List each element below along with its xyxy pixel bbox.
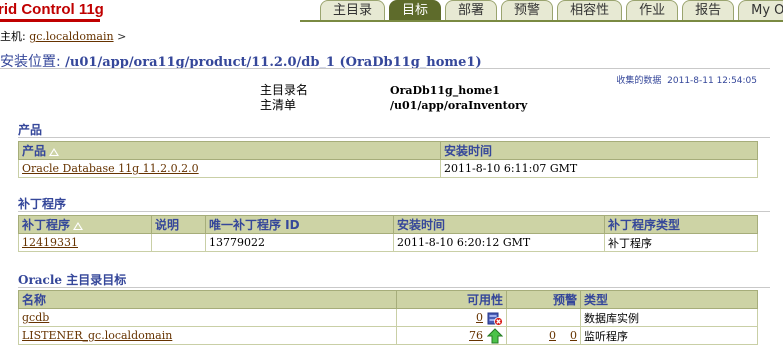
products-section-divider: [18, 137, 770, 138]
brand-underline: [0, 19, 100, 22]
patch-cell: 12419331: [18, 233, 152, 252]
col-patch-type-header: 补丁程序类型: [604, 215, 758, 234]
col-patch-header[interactable]: 补丁程序: [18, 215, 152, 234]
unique-id-cell: 13779022: [205, 233, 394, 252]
targets-table: 名称 可用性 预警 类型 gcdb 0 数据库实例 LISTENER_gc.lo…: [18, 290, 758, 345]
install-time-cell: 2011-8-10 6:11:07 GMT: [440, 159, 758, 178]
availability-link[interactable]: 0: [476, 311, 483, 324]
tab-compliance[interactable]: 相容性: [557, 0, 623, 20]
tab-reports[interactable]: 报告: [682, 0, 735, 20]
breadcrumb-host-label: 主机:: [0, 30, 26, 43]
col-type-header: 类型: [580, 290, 758, 309]
table-header-row: 产品 安装时间: [18, 141, 758, 160]
table-header-row: 名称 可用性 预警 类型: [18, 290, 758, 309]
home-name-value: OraDb11g_home1: [390, 84, 500, 97]
tab-rail: [300, 20, 783, 22]
targets-section-divider: [18, 287, 770, 288]
title-divider: [0, 68, 770, 69]
col-install-time-header: 安装时间: [440, 141, 758, 160]
patch-install-time-cell: 2011-8-10 6:20:12 GMT: [393, 233, 605, 252]
tab-targets[interactable]: 目标: [389, 0, 442, 20]
col-name-header: 名称: [18, 290, 397, 309]
main-tabs: 主目录 目标 部署 预警 相容性 作业 报告 My Orac: [320, 0, 783, 20]
availability-link[interactable]: 76: [469, 329, 483, 342]
patches-table: 补丁程序 说明 唯一补丁程序 ID 安装时间 补丁程序类型 12419331 1…: [18, 215, 758, 252]
col-description-header: 说明: [151, 215, 206, 234]
breadcrumb-separator: >: [117, 30, 127, 43]
alert-count-critical[interactable]: 0: [549, 329, 556, 342]
target-name-cell: gcdb: [18, 308, 397, 327]
collected-time: 2011-8-11 12:54:05: [667, 76, 757, 86]
target-name-cell: LISTENER_gc.localdomain: [18, 326, 397, 345]
table-header-row: 补丁程序 说明 唯一补丁程序 ID 安装时间 补丁程序类型: [18, 215, 758, 234]
sort-ascending-icon: [73, 222, 84, 230]
patch-type-cell: 补丁程序: [604, 233, 758, 252]
product-cell: Oracle Database 11g 11.2.0.2.0: [18, 159, 441, 178]
patches-section-title: 补丁程序: [18, 197, 67, 211]
table-row: LISTENER_gc.localdomain 76 0 0 监听程序: [18, 326, 758, 345]
description-cell: [151, 233, 206, 252]
product-link[interactable]: Oracle Database 11g 11.2.0.2.0: [22, 162, 199, 175]
products-section-title: 产品: [18, 123, 43, 137]
data-collected-timestamp: 收集的数据 2011-8-11 12:54:05: [616, 73, 757, 86]
table-row: Oracle Database 11g 11.2.0.2.0 2011-8-10…: [18, 159, 758, 178]
alerts-cell: 0 0: [506, 326, 581, 345]
home-name-label: 主目录名: [260, 83, 309, 97]
target-link[interactable]: gcdb: [22, 311, 49, 324]
up-arrow-icon[interactable]: [487, 327, 503, 344]
breadcrumb: 主机: gc.localdomain >: [0, 28, 126, 44]
tab-my-oracle[interactable]: My Orac: [738, 0, 783, 20]
alert-count-warning[interactable]: 0: [570, 329, 577, 342]
header-bar: rid Control 11g 主目录 目标 部署 预警 相容性 作业 报告 M…: [0, 0, 783, 22]
col-alerts-header: 预警: [506, 290, 581, 309]
breadcrumb-host-link[interactable]: gc.localdomain: [29, 30, 113, 43]
col-availability-header: 可用性: [396, 290, 507, 309]
home-info: 主目录名 OraDb11g_home1 主清单/u01/app/oraInvent…: [260, 83, 527, 113]
inventory-value: /u01/app/oraInventory: [390, 99, 528, 112]
tab-jobs[interactable]: 作业: [626, 0, 679, 20]
table-row: 12419331 13779022 2011-8-10 6:20:12 GMT …: [18, 233, 758, 252]
target-type-cell: 监听程序: [580, 326, 758, 345]
database-down-icon[interactable]: [487, 310, 503, 326]
availability-cell: 76: [396, 326, 507, 345]
targets-section-title: Oracle 主目录目标: [18, 273, 127, 287]
tab-deployments[interactable]: 部署: [445, 0, 498, 20]
target-type-cell: 数据库实例: [580, 308, 758, 327]
table-row: gcdb 0 数据库实例: [18, 308, 758, 327]
col-product-header[interactable]: 产品: [18, 141, 441, 160]
products-table: 产品 安装时间 Oracle Database 11g 11.2.0.2.0 2…: [18, 141, 758, 178]
app-brand: rid Control 11g: [0, 1, 104, 18]
tab-home[interactable]: 主目录: [320, 0, 386, 20]
alerts-cell: [506, 308, 581, 327]
col-patch-install-time-header: 安装时间: [393, 215, 605, 234]
patch-link[interactable]: 12419331: [22, 236, 78, 249]
inventory-label: 主清单: [260, 98, 297, 112]
target-link[interactable]: LISTENER_gc.localdomain: [22, 329, 172, 342]
col-unique-id-header: 唯一补丁程序 ID: [205, 215, 394, 234]
tab-alerts[interactable]: 预警: [501, 0, 554, 20]
patches-section-divider: [18, 211, 770, 212]
collected-label: 收集的数据: [616, 76, 662, 86]
availability-cell: 0: [396, 308, 507, 327]
sort-ascending-icon: [49, 148, 60, 156]
